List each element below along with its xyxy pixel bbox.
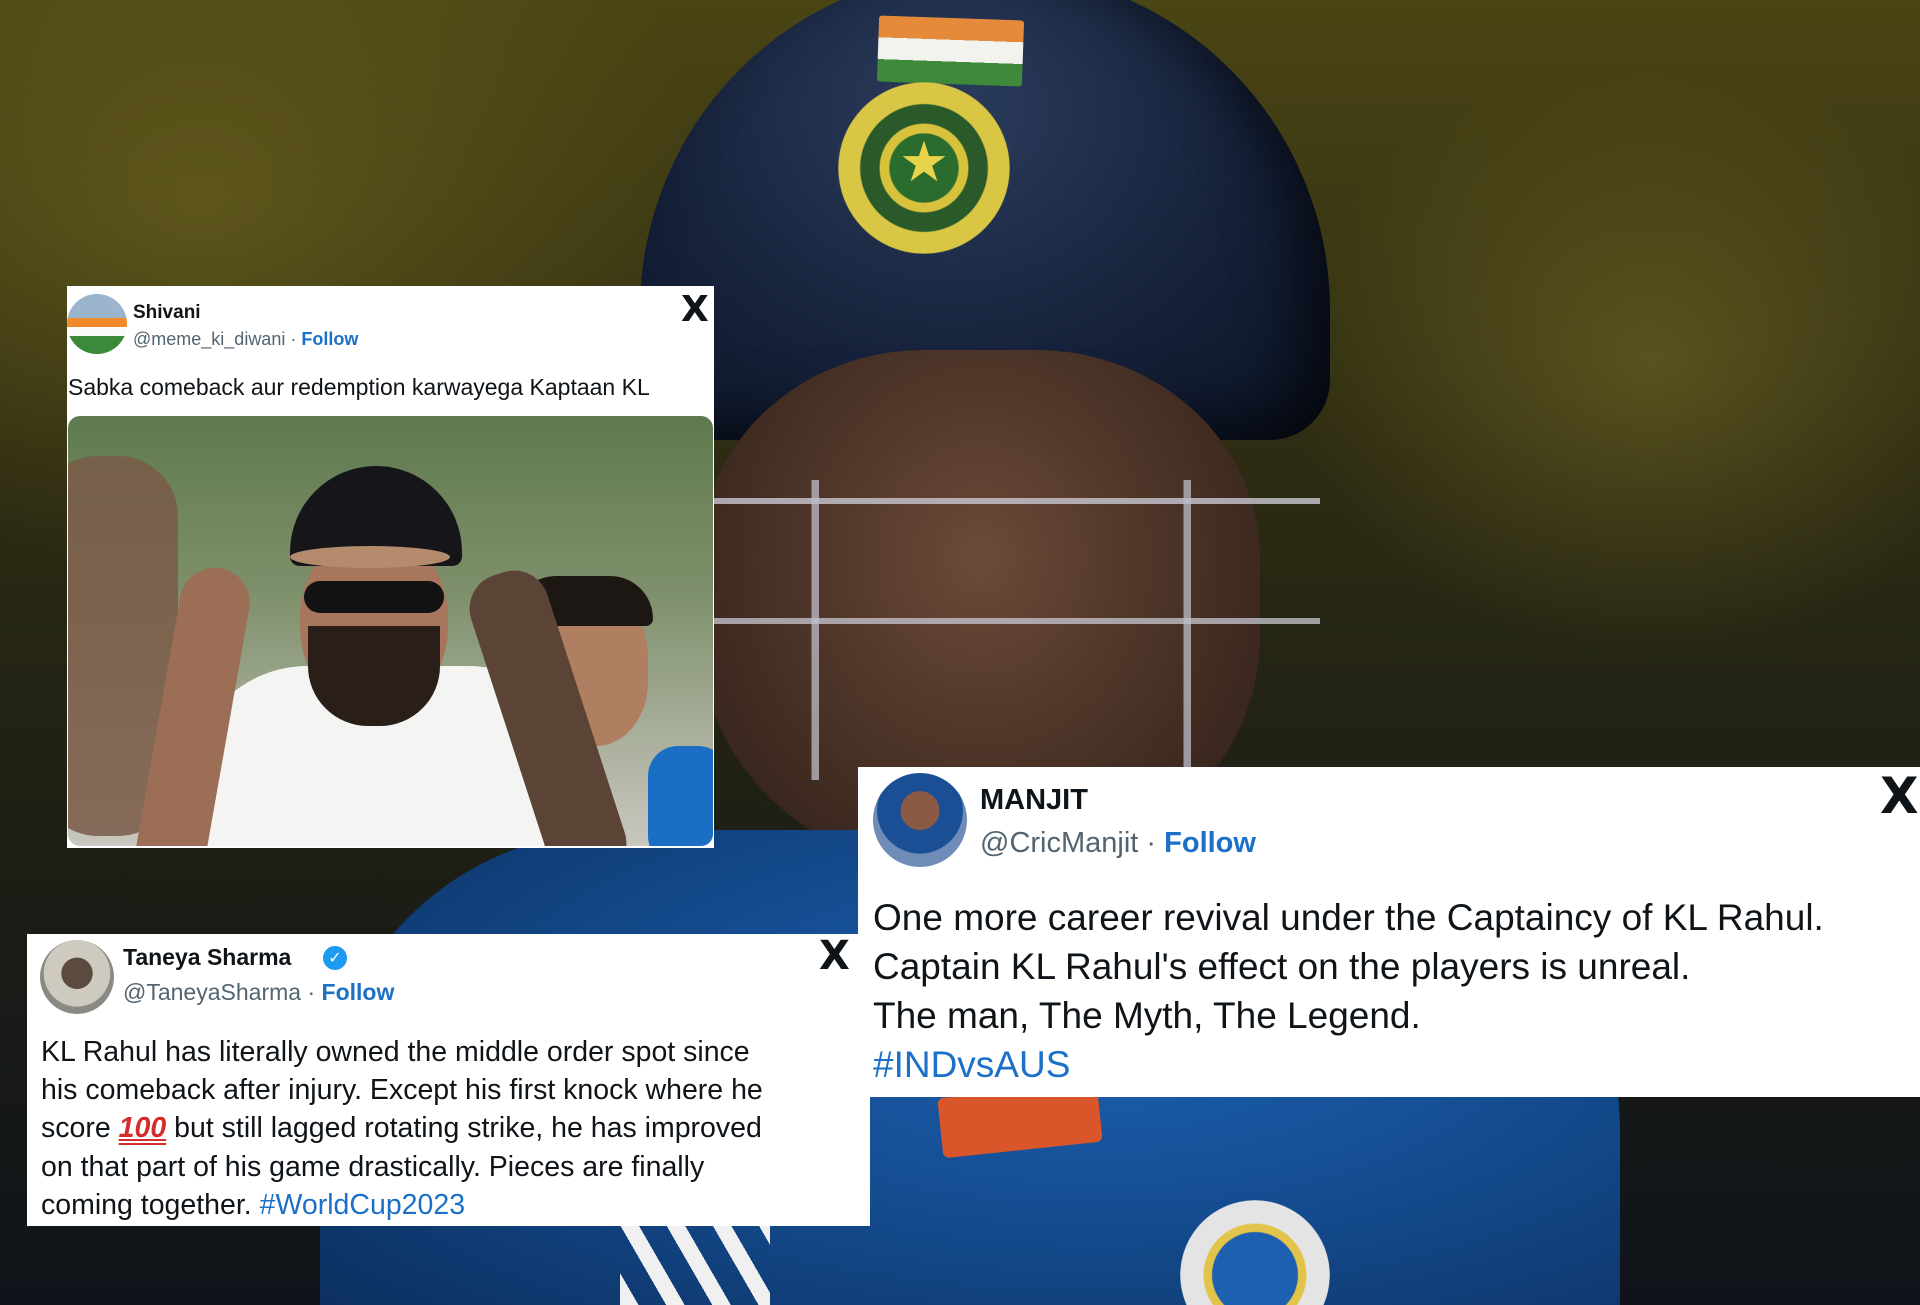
follow-button[interactable]: Follow: [322, 979, 395, 1005]
tweet-text-line: The man, The Myth, The Legend.: [873, 995, 1421, 1036]
tweet-text-line: One more career revival under the Captai…: [873, 897, 1824, 938]
tweet-card-manjit: MANJIT @CricManjit · Follow X One more c…: [858, 767, 1920, 1097]
helmet-emblem: [838, 82, 1010, 254]
photo-sunglasses: [304, 581, 444, 613]
hashtag-link[interactable]: #WorldCup2023: [260, 1189, 465, 1221]
tweet-text-fragment: coming together.: [41, 1189, 252, 1221]
separator: ·: [290, 329, 297, 349]
tweet-text-line: score 100 but still lagged rotating stri…: [41, 1112, 762, 1145]
helmet-grille: [700, 480, 1320, 780]
tweet-text-line: on that part of his game drastically. Pi…: [41, 1151, 705, 1183]
tweet-text-fragment: score: [41, 1112, 111, 1144]
tweet-text-line: coming together. #WorldCup2023: [41, 1189, 465, 1222]
jersey-stripes: [620, 1225, 770, 1305]
tweet-text-line: KL Rahul has literally owned the middle …: [41, 1036, 750, 1068]
tweet-card-taneya: Taneya Sharma ✓ @TaneyaSharma · Follow X…: [27, 934, 870, 1226]
author-handle[interactable]: @CricManjit: [980, 827, 1138, 859]
separator: ·: [1146, 827, 1157, 859]
tweet-card-shivani: Shivani @meme_ki_diwani · Follow X Sabka…: [67, 286, 714, 848]
avatar[interactable]: [873, 773, 967, 867]
x-logo-icon[interactable]: X: [681, 292, 709, 328]
helmet-flag: [876, 15, 1025, 87]
separator: ·: [307, 979, 316, 1005]
hundred-points-emoji-icon: 100: [118, 1112, 167, 1144]
author-handle[interactable]: @meme_ki_diwani: [133, 329, 285, 349]
author-handle-line: @CricManjit · Follow: [980, 827, 1256, 860]
follow-button[interactable]: Follow: [301, 329, 358, 349]
tweet-text-fragment: but still lagged rotating strike, he has…: [174, 1112, 762, 1144]
follow-button[interactable]: Follow: [1164, 827, 1256, 859]
tweet-photo[interactable]: [68, 416, 713, 846]
hashtag-link[interactable]: #INDvsAUS: [873, 1044, 1070, 1086]
x-logo-icon[interactable]: X: [819, 936, 850, 976]
photo-cap-visor: [290, 546, 450, 568]
author-handle-line: @TaneyaSharma · Follow: [123, 979, 394, 1006]
author-handle[interactable]: @TaneyaSharma: [123, 979, 301, 1005]
author-name[interactable]: Shivani: [133, 302, 201, 324]
verified-badge-icon: ✓: [323, 946, 347, 970]
author-name[interactable]: Taneya Sharma: [123, 944, 291, 971]
avatar[interactable]: [40, 940, 114, 1014]
avatar[interactable]: [67, 294, 127, 354]
author-handle-line: @meme_ki_diwani · Follow: [133, 329, 358, 350]
tweet-text: Sabka comeback aur redemption karwayega …: [68, 374, 650, 400]
author-name[interactable]: MANJIT: [980, 784, 1088, 817]
x-logo-icon[interactable]: X: [1880, 771, 1919, 821]
photo-blue-blur: [648, 746, 713, 846]
tweet-text-line: Captain KL Rahul's effect on the players…: [873, 946, 1691, 987]
tweet-text-line: his comeback after injury. Except his fi…: [41, 1074, 763, 1106]
